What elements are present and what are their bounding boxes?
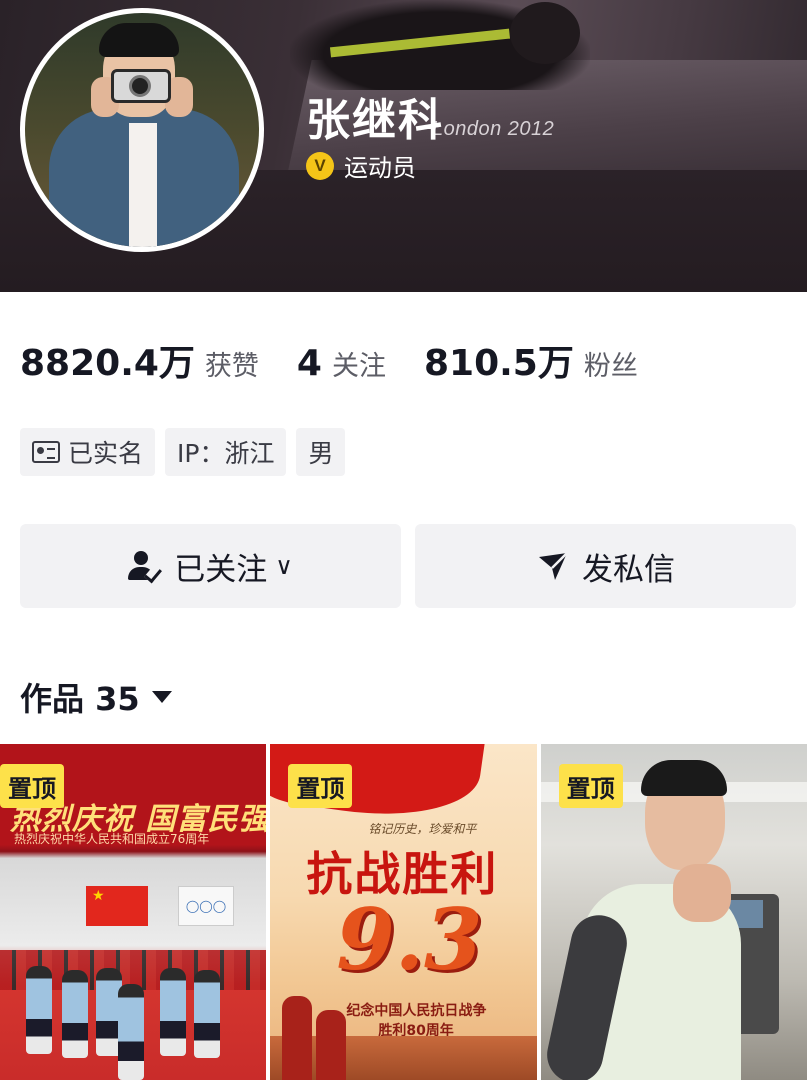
stat-value: 4 bbox=[296, 343, 322, 384]
avatar-hair bbox=[99, 23, 179, 57]
profile-banner: London 2012 张继科 V 运动员 bbox=[0, 0, 807, 292]
id-card-icon bbox=[32, 441, 60, 463]
stat-value: 8820.4万 bbox=[20, 343, 195, 384]
avatar-shirt bbox=[129, 123, 157, 247]
video-grid: 置顶 热烈庆祝 国富民强 热烈庆祝中华人民共和国成立76周年 ◯◯◯ 置顶 铭记… bbox=[0, 744, 807, 1080]
tag-label: 男 bbox=[308, 439, 334, 468]
pinned-badge: 置顶 bbox=[288, 764, 353, 808]
stat-label: 获赞 bbox=[204, 351, 259, 382]
caret-down-icon bbox=[151, 691, 172, 703]
soldier-silhouette bbox=[282, 996, 313, 1080]
stat-likes[interactable]: 8820.4万 获赞 bbox=[20, 334, 259, 386]
stat-followers[interactable]: 810.5万 粉丝 bbox=[424, 334, 638, 386]
send-message-label: 发私信 bbox=[582, 551, 675, 588]
video-thumbnail[interactable]: 置顶 热烈庆祝 国富民强 热烈庆祝中华人民共和国成立76周年 ◯◯◯ bbox=[0, 744, 267, 1080]
thumbnail-person bbox=[26, 966, 52, 1054]
profile-name: 张继科 bbox=[306, 95, 444, 146]
stat-label: 粉丝 bbox=[583, 351, 638, 382]
china-flag-icon bbox=[86, 886, 148, 926]
thumbnail-caption: 纪念中国人民抗日战争 bbox=[346, 1003, 487, 1019]
following-button[interactable]: 已关注 ∨ bbox=[20, 524, 401, 608]
tag-label: IP：浙江 bbox=[177, 439, 275, 468]
banner-caption: London 2012 bbox=[432, 118, 555, 140]
pinned-badge: 置顶 bbox=[558, 764, 623, 808]
profile-tags: 已实名 IP：浙江 男 bbox=[20, 428, 346, 476]
verification[interactable]: V 运动员 bbox=[306, 148, 416, 183]
thumbnail-person bbox=[160, 968, 186, 1056]
tag-label: 已实名 bbox=[68, 439, 144, 468]
profile-stats: 8820.4万 获赞 4 关注 810.5万 粉丝 bbox=[20, 334, 676, 386]
video-thumbnail[interactable]: 置顶 铭记历史，珍爱和平 抗战胜利 9.3 纪念中国人民抗日战争 胜利80周年 bbox=[270, 744, 537, 1080]
avatar[interactable] bbox=[20, 8, 264, 252]
thumbnail-person bbox=[118, 984, 144, 1080]
thumbnail-person-hair bbox=[640, 760, 727, 796]
verified-badge-icon: V bbox=[306, 151, 334, 180]
stat-value: 810.5万 bbox=[423, 343, 574, 384]
thumbnail-slogan: 铭记历史，珍爱和平 bbox=[368, 822, 477, 836]
avatar-image bbox=[25, 13, 259, 247]
thumbnail-date-number: 9.3 bbox=[336, 890, 483, 989]
works-tab[interactable]: 作品 35 bbox=[20, 674, 172, 720]
thumbnail-person bbox=[194, 970, 220, 1058]
avatar-camera-lens bbox=[129, 75, 151, 97]
tag-gender: 男 bbox=[296, 428, 346, 476]
tag-real-name[interactable]: 已实名 bbox=[20, 428, 156, 476]
user-check-icon bbox=[128, 549, 163, 584]
pinned-badge: 置顶 bbox=[0, 764, 64, 808]
video-thumbnail[interactable]: 置顶 bbox=[540, 744, 807, 1080]
soldier-silhouette bbox=[316, 1010, 347, 1080]
send-icon bbox=[539, 552, 568, 580]
banner-athlete-head bbox=[510, 2, 580, 64]
thumbnail-person bbox=[62, 970, 88, 1058]
send-message-button[interactable]: 发私信 bbox=[415, 524, 796, 608]
stat-following[interactable]: 4 关注 bbox=[297, 343, 386, 384]
olympic-rings-icon: ◯◯◯ bbox=[178, 886, 234, 926]
thumbnail-subline: 热烈庆祝中华人民共和国成立76周年 bbox=[14, 832, 210, 846]
following-label: 已关注 bbox=[174, 551, 268, 588]
works-label: 作品 35 bbox=[20, 680, 140, 718]
chevron-down-icon: ∨ bbox=[275, 552, 293, 580]
verification-label: 运动员 bbox=[344, 154, 416, 182]
stat-label: 关注 bbox=[331, 351, 386, 382]
thumbnail-person-fist bbox=[672, 864, 731, 922]
tag-ip-location: IP：浙江 bbox=[165, 428, 287, 476]
profile-actions: 已关注 ∨ 发私信 bbox=[20, 524, 796, 608]
